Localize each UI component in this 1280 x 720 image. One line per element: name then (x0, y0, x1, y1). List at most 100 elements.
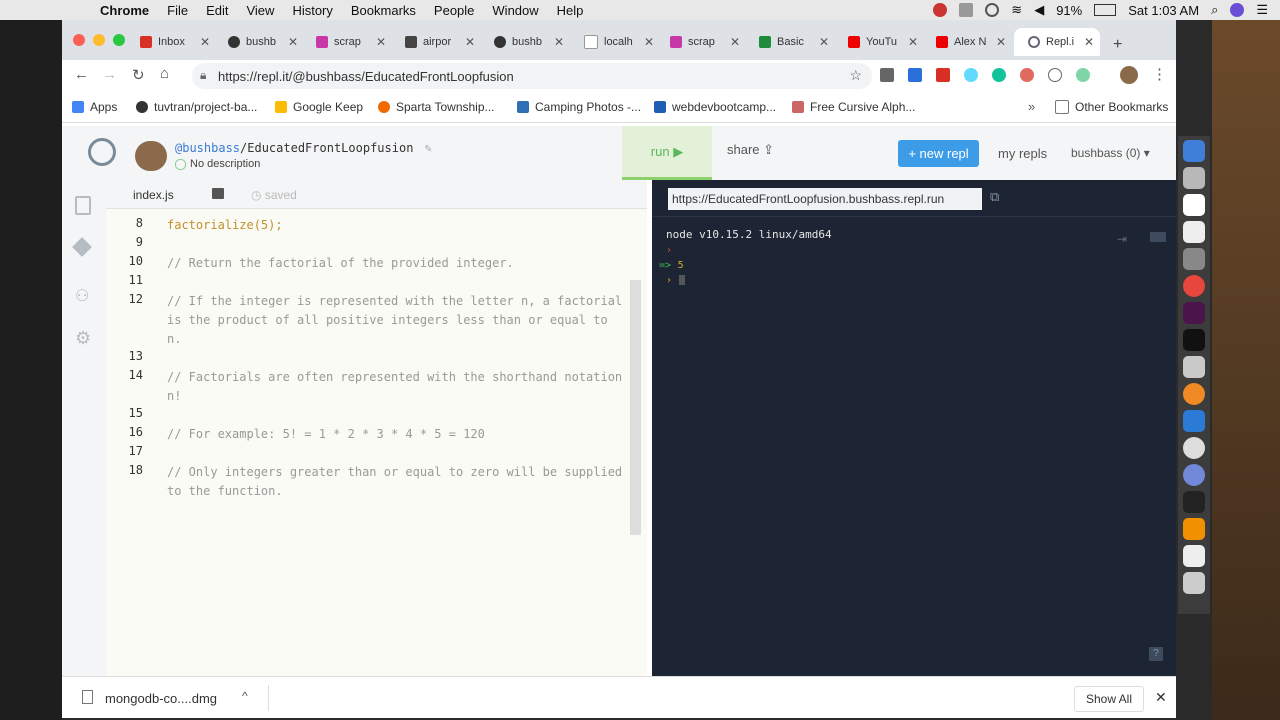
menu-people[interactable]: People (434, 3, 474, 18)
tab-scrap-1[interactable]: scrap ✕ (316, 28, 392, 56)
tab-scrap-2[interactable]: scrap ✕ (670, 28, 746, 56)
reload-icon[interactable]: ↻ (132, 66, 145, 84)
multiplayer-icon[interactable]: ⚇ (75, 286, 93, 305)
battery-percent[interactable]: 91% (1056, 3, 1082, 18)
editor-scrollbar[interactable] (630, 280, 641, 535)
extension-icon[interactable] (1020, 68, 1034, 82)
profile-avatar[interactable] (1120, 66, 1138, 84)
console-output[interactable]: node v10.15.2 linux/amd64 › => 5 › (659, 228, 832, 286)
menu-app-name[interactable]: Chrome (100, 3, 149, 18)
launchpad-icon[interactable] (1183, 167, 1205, 189)
discord-icon[interactable] (1183, 464, 1205, 486)
spotlight-search-icon[interactable]: ⌕ (1211, 2, 1218, 18)
close-tab-icon[interactable]: ✕ (730, 35, 740, 49)
new-tab-button[interactable]: + (1113, 36, 1122, 54)
react-devtools-icon[interactable] (964, 68, 978, 82)
project-name[interactable]: /EducatedFrontLoopfusion (240, 141, 413, 155)
gmail-extension-icon[interactable] (936, 68, 950, 82)
download-filename[interactable]: mongodb-co....dmg (105, 691, 217, 706)
clock[interactable]: Sat 1:03 AM (1128, 3, 1199, 18)
close-tab-icon[interactable]: ✕ (288, 35, 298, 49)
menu-file[interactable]: File (167, 3, 188, 18)
tab-localhost[interactable]: localh ✕ (584, 28, 660, 56)
project-title[interactable]: @bushbass/EducatedFrontLoopfusion ✎ (175, 141, 432, 155)
notification-center-icon[interactable]: ☰ (1256, 2, 1268, 18)
menu-history[interactable]: History (292, 3, 332, 18)
finder-icon[interactable] (1183, 140, 1205, 162)
back-arrow-icon[interactable]: ← (74, 66, 89, 83)
help-icon[interactable]: ? (1149, 647, 1163, 661)
menu-view[interactable]: View (246, 3, 274, 18)
obs-icon[interactable] (1183, 437, 1205, 459)
code-text[interactable]: // For example: 5! = 1 * 2 * 3 * 4 * 5 =… (167, 425, 627, 444)
system-preferences-icon[interactable] (1183, 248, 1205, 270)
tab-github-2[interactable]: bushb ✕ (494, 28, 570, 56)
lock-icon[interactable]: 🔒︎ (200, 68, 206, 83)
code-text[interactable]: // If the integer is represented with th… (167, 292, 627, 349)
bookmark-other[interactable]: Other Bookmarks (1055, 100, 1168, 114)
file-tab-index-js[interactable]: index.js (133, 188, 174, 202)
code-text[interactable]: factorialize(5); (167, 216, 627, 235)
close-tab-icon[interactable]: ✕ (376, 35, 386, 49)
bookmark-webdevbootcamp[interactable]: webdevbootcamp... (654, 100, 776, 114)
trash-icon[interactable] (1183, 572, 1205, 594)
close-tab-icon[interactable]: ✕ (554, 35, 564, 49)
home-icon[interactable]: ⌂ (160, 65, 169, 82)
wifi-icon[interactable]: ≋ (1011, 2, 1022, 18)
firefox-icon[interactable] (1183, 383, 1205, 405)
menu-help[interactable]: Help (557, 3, 584, 18)
grammarly-icon[interactable] (992, 68, 1006, 82)
close-tab-icon[interactable]: ✕ (465, 35, 475, 49)
bookmark-tuvtran[interactable]: tuvtran/project-ba... (136, 100, 257, 114)
slack-icon[interactable] (1183, 302, 1205, 324)
tab-inbox[interactable]: Inbox ✕ (140, 28, 216, 56)
close-tab-icon[interactable]: ✕ (908, 35, 918, 49)
close-tab-icon[interactable]: ✕ (996, 35, 1006, 49)
console-clear-icon[interactable]: ⇥ (1117, 232, 1127, 246)
packages-icon[interactable] (72, 237, 92, 257)
vscode-icon[interactable] (1183, 410, 1205, 432)
format-code-icon[interactable] (212, 188, 224, 199)
terminal-2-icon[interactable] (1183, 491, 1205, 513)
calendar-icon[interactable] (1183, 194, 1205, 216)
close-window-button[interactable] (73, 34, 85, 46)
project-owner[interactable]: @bushbass (175, 141, 240, 155)
siri-icon[interactable] (1230, 3, 1245, 17)
address-bar[interactable]: 🔒︎ https://repl.it/@bushbass/EducatedFro… (192, 63, 872, 89)
close-tab-icon[interactable]: ✕ (1084, 35, 1094, 49)
bookmark-camping[interactable]: Camping Photos -... (517, 100, 641, 114)
bookmark-google-keep[interactable]: Google Keep (275, 100, 363, 114)
forward-arrow-icon[interactable]: → (102, 66, 117, 83)
share-button[interactable]: share ⇪ (727, 142, 774, 158)
notes-icon[interactable] (1183, 221, 1205, 243)
bookmark-cursive[interactable]: Free Cursive Alph... (792, 100, 915, 114)
code-text[interactable]: // Factorials are often represented with… (167, 368, 627, 406)
preview-icon[interactable] (1183, 356, 1205, 378)
code-text[interactable]: // Only integers greater than or equal t… (167, 463, 627, 501)
tab-github-1[interactable]: bushb ✕ (228, 28, 304, 56)
do-not-disturb-icon[interactable] (985, 3, 1000, 17)
new-repl-button[interactable]: + new repl (898, 140, 979, 167)
console-close-icon[interactable] (1150, 232, 1166, 242)
console-input-line[interactable]: › (666, 273, 832, 286)
close-tab-icon[interactable]: ✕ (819, 35, 829, 49)
chrome-icon[interactable] (1183, 275, 1205, 297)
vlc-icon[interactable] (1183, 518, 1205, 540)
battery-icon[interactable] (1094, 4, 1117, 16)
menu-edit[interactable]: Edit (206, 3, 228, 18)
close-tab-icon[interactable]: ✕ (644, 35, 654, 49)
extension-icon[interactable] (1048, 68, 1062, 82)
tab-basic[interactable]: Basic ✕ (759, 28, 835, 56)
bookmark-sparta[interactable]: Sparta Township... (378, 100, 495, 114)
bookmark-star-icon[interactable]: ☆ (849, 67, 862, 84)
download-options-chevron-icon[interactable]: ^ (242, 689, 248, 703)
repl-run-url[interactable]: https://EducatedFrontLoopfusion.bushbass… (668, 188, 982, 210)
show-all-button[interactable]: Show All (1074, 686, 1144, 712)
extension-icon[interactable] (880, 68, 894, 82)
record-icon[interactable] (933, 3, 948, 17)
chrome-menu-icon[interactable]: ⋮ (1152, 65, 1167, 83)
terminal-icon[interactable] (1183, 329, 1205, 351)
my-repls-link[interactable]: my repls (998, 146, 1047, 161)
user-avatar[interactable] (135, 141, 167, 171)
project-description[interactable]: No description (175, 158, 260, 170)
